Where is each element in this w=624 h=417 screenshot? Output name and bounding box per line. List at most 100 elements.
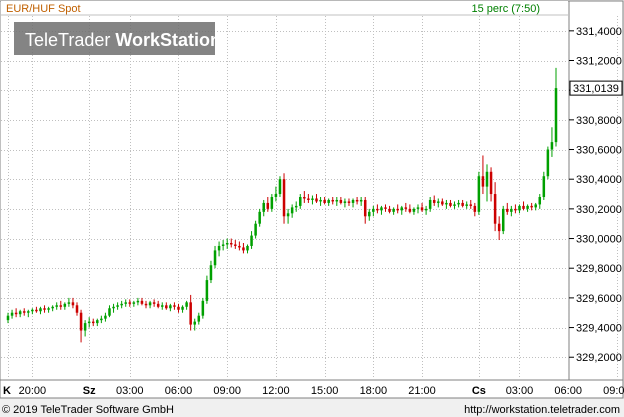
- candle-body: [234, 244, 237, 246]
- candle-body: [177, 306, 180, 310]
- watermark-brand-regular: TeleTrader: [25, 30, 115, 50]
- x-tick-label: 20:00: [19, 385, 47, 397]
- candle-body: [266, 202, 270, 209]
- candle-body: [83, 323, 87, 331]
- candle-body: [542, 176, 546, 197]
- candle-body: [376, 208, 379, 211]
- candle-body: [388, 208, 391, 212]
- svg-text:TeleTrader WorkStation: TeleTrader WorkStation: [25, 30, 221, 50]
- candle-body: [489, 171, 493, 195]
- candle-body: [347, 201, 351, 203]
- candle-body: [258, 211, 261, 224]
- candle-body: [250, 235, 253, 246]
- candle-body: [189, 302, 192, 325]
- candle-body: [384, 207, 387, 209]
- candle-body: [400, 207, 404, 211]
- candle-body: [201, 300, 205, 316]
- candle-body: [18, 311, 22, 315]
- candle-body: [152, 302, 156, 304]
- candle-body: [303, 197, 306, 199]
- last-price-marker: 331,0139: [569, 80, 623, 96]
- candle-body: [368, 211, 371, 217]
- candle-body: [35, 309, 38, 312]
- candle-body: [160, 305, 164, 307]
- candle-body: [408, 208, 412, 212]
- candle-body: [412, 208, 416, 212]
- x-tick-label: 12:00: [262, 385, 290, 397]
- candle-body: [39, 308, 42, 312]
- candle-body: [59, 305, 63, 307]
- candle-body: [43, 308, 46, 310]
- y-tick-label: 329,4000: [576, 323, 622, 335]
- watermark-brand-bold: WorkStation: [115, 30, 221, 50]
- candle-body: [169, 305, 172, 309]
- candle-body: [51, 306, 54, 309]
- candle-body: [445, 202, 448, 205]
- candle-body: [104, 315, 107, 319]
- y-tick-label: 330,4000: [576, 174, 622, 186]
- footer-url[interactable]: http://workstation.teletrader.com: [464, 404, 620, 416]
- y-tick-label: 329,6000: [576, 293, 622, 305]
- candle-body: [339, 199, 343, 203]
- candle-body: [140, 300, 144, 304]
- candle-body: [185, 302, 188, 307]
- candle-body: [380, 207, 383, 211]
- candle-body: [136, 300, 140, 303]
- candle-body: [173, 305, 176, 307]
- candle-body: [432, 199, 436, 203]
- candle-body: [299, 197, 302, 206]
- candle-body: [181, 306, 184, 310]
- candle-body: [319, 199, 322, 202]
- y-tick-label: 331,2000: [576, 56, 622, 68]
- copyright-text: © 2019 TeleTrader Software GmbH: [2, 404, 174, 416]
- candle-body: [554, 88, 558, 143]
- interval-label: 15 perc (7:50): [472, 3, 540, 15]
- x-tick-label: 21:00: [408, 385, 436, 397]
- y-tick-label: 331,4000: [576, 26, 622, 38]
- candle-body: [254, 223, 257, 236]
- candle-body: [359, 199, 363, 202]
- candle-body: [14, 312, 18, 315]
- candle-body: [355, 199, 359, 202]
- candle-body: [534, 204, 537, 208]
- candle-body: [213, 250, 217, 266]
- candle-body: [132, 302, 136, 304]
- candle-body: [404, 207, 408, 209]
- x-tick-label: Sz: [83, 385, 96, 397]
- candle-body: [392, 208, 395, 212]
- candle-body: [315, 198, 318, 202]
- candle-body: [420, 207, 424, 211]
- x-tick-label: 06:00: [165, 385, 193, 397]
- candle-body: [91, 321, 95, 324]
- candle-body: [242, 247, 245, 251]
- last-price-label: 331,0139: [573, 83, 619, 95]
- candle-body: [75, 305, 79, 313]
- y-tick-label: 330,8000: [576, 115, 622, 127]
- candle-body: [197, 315, 201, 322]
- candle-body: [278, 179, 282, 195]
- candle-body: [416, 207, 420, 209]
- x-tick-label: K: [3, 385, 11, 397]
- candle-body: [221, 244, 225, 246]
- y-tick-label: 330,2000: [576, 204, 622, 216]
- watermark-logo: TeleTrader WorkStation: [14, 22, 221, 55]
- candle-body: [67, 302, 71, 304]
- candle-body: [311, 198, 314, 200]
- x-tick-label: 09:00: [603, 385, 624, 397]
- candle-body: [27, 311, 30, 313]
- candle-body: [55, 305, 58, 307]
- candle-body: [71, 302, 75, 306]
- candle-body: [205, 280, 209, 301]
- candle-body: [156, 303, 160, 307]
- candle-body: [10, 312, 14, 316]
- candle-body: [307, 198, 310, 200]
- candle-body: [497, 223, 501, 232]
- candle-body: [290, 207, 294, 214]
- candle-body: [112, 306, 115, 309]
- candle-body: [47, 308, 50, 310]
- y-tick-label: 329,2000: [576, 352, 622, 364]
- candle-body: [465, 204, 468, 206]
- candle-body: [31, 309, 34, 312]
- candle-body: [246, 245, 249, 251]
- candle-body: [230, 242, 233, 245]
